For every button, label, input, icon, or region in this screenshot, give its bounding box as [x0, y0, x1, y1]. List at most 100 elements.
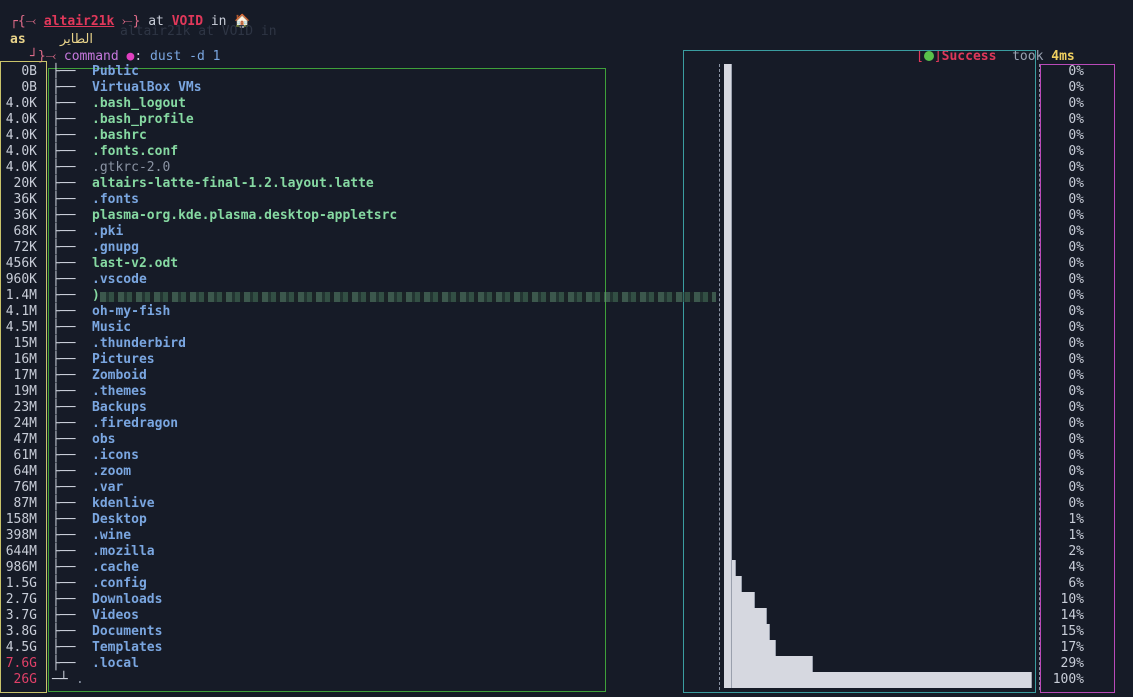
percent-value: 15% — [1060, 624, 1084, 639]
entry-name: .bashrc — [92, 128, 147, 143]
tree-branch: ├── — [52, 608, 76, 623]
tree-branch: ├── — [52, 384, 76, 399]
entry-name: .firedragon — [92, 416, 179, 431]
size-value: 644M — [5, 544, 37, 559]
entry-name: .wine — [92, 528, 132, 543]
cmd-word: command — [63, 49, 119, 64]
tree-branch: ├── — [52, 352, 76, 367]
entry-name: kdenlive — [92, 496, 155, 511]
tree-branch: ├── — [52, 448, 76, 463]
percent-value: 0% — [1068, 192, 1084, 207]
percent-value: 0% — [1068, 160, 1084, 175]
tree-branch: ├── — [52, 512, 76, 527]
tree-branch: ├── — [52, 480, 76, 495]
size-value: 23M — [13, 400, 37, 415]
size-value: 7.6G — [5, 656, 37, 671]
tree-branch: ├── — [52, 144, 76, 159]
percent-value: 29% — [1060, 656, 1084, 671]
entry-name: .bash_profile — [92, 112, 194, 127]
percent-value: 0% — [1068, 432, 1084, 447]
cmd-sep: : — [134, 49, 150, 64]
tree-branch: ├── — [52, 496, 76, 511]
tree-branch: ├── — [52, 160, 76, 175]
entry-name: last-v2.odt — [92, 256, 179, 271]
percent-value: 4% — [1068, 560, 1084, 575]
entry-name: .gtkrc-2.0 — [92, 160, 171, 175]
percent-value: 0% — [1068, 464, 1084, 479]
percent-value: 0% — [1068, 144, 1084, 159]
tree-branch: ├── — [52, 112, 76, 127]
tree-branch: ├── — [52, 432, 76, 447]
root-total-bar — [724, 64, 732, 688]
bar-axis — [719, 64, 721, 690]
size-value: 17M — [13, 368, 37, 383]
entry-name: .icons — [92, 448, 139, 463]
size-value: 4.1M — [5, 304, 37, 319]
tree-branch: ├── — [52, 368, 76, 383]
entry-name: Public — [92, 64, 139, 79]
usage-bar — [724, 656, 813, 672]
size-value: 87M — [13, 496, 37, 511]
size-value: 26G — [13, 672, 37, 687]
entry-name: .config — [92, 576, 147, 591]
size-value: 4.5G — [5, 640, 37, 655]
tree-branch: ├── — [52, 400, 76, 415]
percent-value: 0% — [1068, 256, 1084, 271]
tree-branch: ├── — [52, 272, 76, 287]
redacted-filename — [100, 292, 716, 302]
size-value: 68K — [13, 224, 37, 239]
tree-branch: ├── — [52, 320, 76, 335]
percent-value: 0% — [1068, 208, 1084, 223]
entry-name: Music — [92, 320, 132, 335]
size-value: 456K — [5, 256, 37, 271]
tree-branch: ├── — [52, 208, 76, 223]
duration-value: 4ms — [1051, 49, 1075, 64]
percent-value: 0% — [1068, 480, 1084, 495]
arabic-name: الطاير — [60, 32, 93, 47]
entry-name: .zoom — [92, 464, 132, 479]
percent-value: 0% — [1068, 368, 1084, 383]
size-value: 960K — [5, 272, 37, 287]
prompt-user: altair21k — [43, 14, 115, 29]
size-value: 1.4M — [5, 288, 37, 303]
percent-value: 0% — [1068, 224, 1084, 239]
percent-value: 0% — [1068, 112, 1084, 127]
size-value: 4.0K — [5, 96, 37, 111]
tree-branch: ├── — [52, 96, 76, 111]
usage-bar — [724, 672, 1032, 688]
size-value: 1.5G — [5, 576, 37, 591]
entry-name: Pictures — [92, 352, 155, 367]
size-value: 2.7G — [5, 592, 37, 607]
entry-name: Documents — [92, 624, 163, 639]
entry-name: . — [76, 672, 84, 687]
size-value: 3.8G — [5, 624, 37, 639]
tree-branch: ├── — [52, 64, 76, 79]
percent-value: 0% — [1068, 336, 1084, 351]
tree-branch: ├── — [52, 464, 76, 479]
tree-branch: ├── — [52, 336, 76, 351]
size-value: 36K — [13, 208, 37, 223]
tree-branch: ├── — [52, 656, 76, 671]
size-value: 47M — [13, 432, 37, 447]
entry-name: .local — [92, 656, 139, 671]
entry-name: .fonts — [92, 192, 139, 207]
ghost-prompt: altair21k at VOID in — [120, 24, 277, 39]
percent-value: 10% — [1060, 592, 1084, 607]
tree-branch: ├── — [52, 416, 76, 431]
tree-branch: ├── — [52, 192, 76, 207]
size-value: 15M — [13, 336, 37, 351]
percent-value: 0% — [1068, 496, 1084, 511]
tree-branch: ├── — [52, 640, 76, 655]
size-value: 4.0K — [5, 112, 37, 127]
entry-name: Videos — [92, 608, 139, 623]
percent-value: 0% — [1068, 240, 1084, 255]
entry-name: .thunderbird — [92, 336, 186, 351]
tree-branch: ├── — [52, 256, 76, 271]
percent-value: 0% — [1068, 384, 1084, 399]
entry-name: altairs-latte-final-1.2.layout.latte — [92, 176, 374, 191]
tree-branch: ├── — [52, 128, 76, 143]
size-value: 3.7G — [5, 608, 37, 623]
size-value: 36K — [13, 192, 37, 207]
tree-branch: ├── — [52, 576, 76, 591]
entry-name: .pki — [92, 224, 124, 239]
